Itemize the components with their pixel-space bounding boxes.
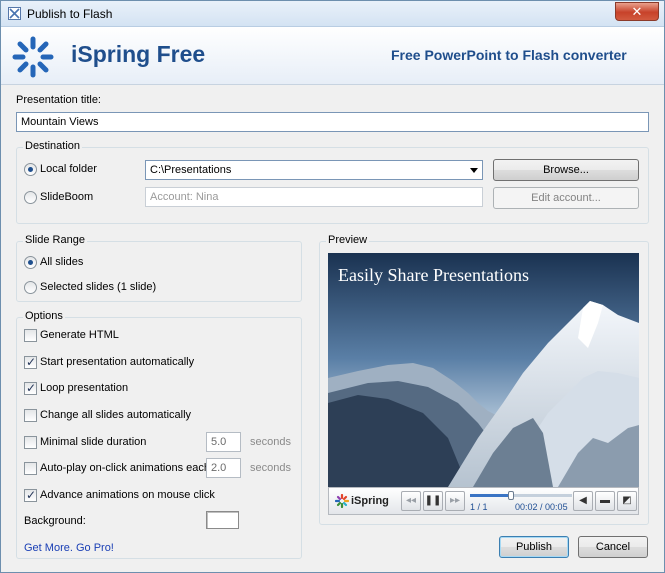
slideboom-label: SlideBoom <box>40 191 94 203</box>
local-folder-select[interactable]: C:\Presentations <box>145 160 483 180</box>
presentation-title-input[interactable]: Mountain Views <box>16 112 649 132</box>
pause-icon: ❚❚ <box>424 495 442 506</box>
cancel-button[interactable]: Cancel <box>578 536 648 558</box>
preview-group-label: Preview <box>326 234 370 246</box>
local-folder-radio[interactable] <box>24 163 37 176</box>
playback-time: 00:02 / 00:05 <box>515 502 568 512</box>
go-pro-link[interactable]: Get More. Go Pro! <box>24 542 114 554</box>
advance-label: Advance animations on mouse click <box>40 489 215 501</box>
mountain-image <box>328 253 639 487</box>
title-bar[interactable]: Publish to Flash ✕ <box>1 1 664 27</box>
options-group-label: Options <box>23 310 65 322</box>
autoplay-input[interactable]: 2.0 <box>206 458 241 478</box>
loop-label: Loop presentation <box>40 382 129 394</box>
advance-checkbox[interactable] <box>24 488 37 502</box>
progress-handle[interactable] <box>507 491 514 500</box>
selected-slides-radio[interactable] <box>24 281 37 294</box>
slideboom-radio[interactable] <box>24 191 37 204</box>
background-label: Background: <box>24 515 86 527</box>
next-slide-button[interactable]: ▸▸ <box>445 491 465 511</box>
preview-slide: Easily Share Presentations <box>328 253 639 487</box>
start-auto-label: Start presentation automatically <box>40 356 195 368</box>
browse-button[interactable]: Browse... <box>493 159 639 181</box>
brand-name: iSpring Free <box>71 41 206 67</box>
fullscreen-button[interactable]: ◩ <box>617 491 637 511</box>
preview-slide-title: Easily Share Presentations <box>338 265 529 285</box>
generate-html-label: Generate HTML <box>40 329 119 341</box>
min-duration-label: Minimal slide duration <box>40 436 147 448</box>
time-separator: / <box>537 502 546 512</box>
selected-slides-label: Selected slides (1 slide) <box>40 281 157 293</box>
min-duration-units: seconds <box>250 436 291 448</box>
outline-button[interactable]: ▬ <box>595 491 615 511</box>
min-duration-input[interactable]: 5.0 <box>206 432 241 452</box>
previous-icon: ◂◂ <box>405 495 417 506</box>
pause-button[interactable]: ❚❚ <box>423 491 443 511</box>
fullscreen-icon: ◩ <box>622 495 632 506</box>
player-brand: iSpring <box>351 495 389 507</box>
ispring-player-logo-icon <box>335 494 349 508</box>
chevron-down-icon <box>470 168 478 173</box>
local-folder-value: C:\Presentations <box>150 164 232 176</box>
window-title: Publish to Flash <box>27 7 113 21</box>
speaker-icon: ◀ <box>579 495 587 506</box>
slide-counter: 1 / 1 <box>470 502 488 512</box>
background-color-swatch[interactable] <box>206 511 239 529</box>
player-controls: iSpring ◂◂ ❚❚ ▸▸ 1 / 1 00:02 / 00:05 ◀ ▬… <box>328 487 639 515</box>
change-all-label: Change all slides automatically <box>40 409 192 421</box>
change-all-checkbox[interactable] <box>24 409 37 422</box>
edit-account-button[interactable]: Edit account... <box>493 187 639 209</box>
next-icon: ▸▸ <box>449 495 461 506</box>
close-button[interactable]: ✕ <box>615 2 659 21</box>
autoplay-label: Auto-play on-click animations each <box>40 462 210 474</box>
tagline: Free PowerPoint to Flash converter <box>391 47 627 63</box>
close-icon: ✕ <box>631 4 643 19</box>
ispring-logo-icon <box>12 36 54 78</box>
app-icon <box>8 7 21 20</box>
previous-slide-button[interactable]: ◂◂ <box>401 491 421 511</box>
banner: iSpring Free Free PowerPoint to Flash co… <box>1 27 664 85</box>
generate-html-checkbox[interactable] <box>24 329 37 342</box>
outline-icon: ▬ <box>600 495 610 506</box>
account-input[interactable]: Account: Nina <box>145 187 483 207</box>
volume-button[interactable]: ◀ <box>573 491 593 511</box>
time-total: 00:05 <box>545 502 568 512</box>
start-auto-checkbox[interactable] <box>24 355 37 369</box>
autoplay-units: seconds <box>250 462 291 474</box>
publish-button[interactable]: Publish <box>499 536 569 558</box>
destination-group-label: Destination <box>23 140 83 152</box>
all-slides-label: All slides <box>40 256 84 268</box>
all-slides-radio[interactable] <box>24 256 37 269</box>
slide-range-group-label: Slide Range <box>23 234 87 246</box>
playback-progress[interactable] <box>470 491 572 500</box>
presentation-title-label: Presentation title: <box>16 94 101 106</box>
local-folder-label: Local folder <box>40 163 97 175</box>
time-current: 00:02 <box>515 502 538 512</box>
progress-fill <box>470 494 511 497</box>
autoplay-checkbox[interactable] <box>24 462 37 475</box>
loop-checkbox[interactable] <box>24 381 37 395</box>
min-duration-checkbox[interactable] <box>24 436 37 449</box>
publish-dialog: Publish to Flash ✕ iSpring Free Free Pow… <box>0 0 665 573</box>
